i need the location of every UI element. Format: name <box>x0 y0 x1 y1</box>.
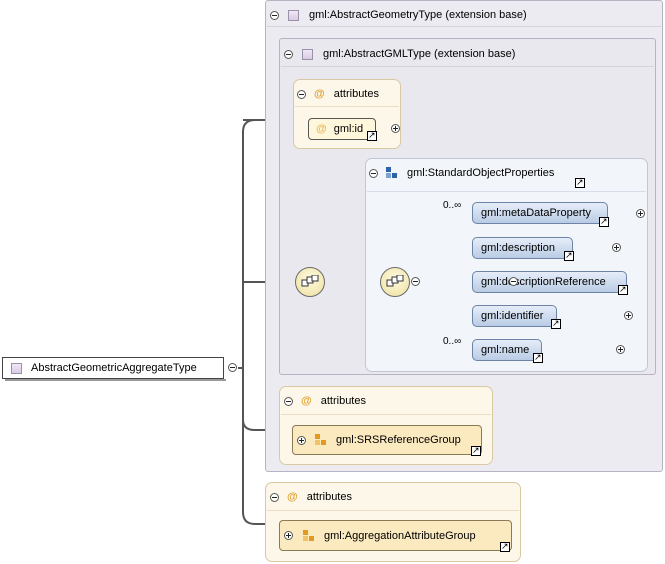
element-descriptionreference[interactable]: gml:descriptionReference <box>472 271 627 293</box>
occurrence-label: 0..∞ <box>443 336 462 347</box>
srs-reference-group[interactable]: gml:SRSReferenceGroup <box>292 425 482 455</box>
root-collapse-toggle[interactable] <box>228 363 237 372</box>
header-divider <box>267 26 661 27</box>
reference-arrow-icon[interactable] <box>575 176 585 188</box>
group-collapse-toggle[interactable] <box>369 168 378 178</box>
attributes-label: attributes <box>333 88 379 100</box>
header-divider <box>281 66 654 67</box>
element-label: gml:metaDataProperty <box>481 207 592 219</box>
attribute-group-icon <box>315 434 327 446</box>
header-divider <box>281 414 491 415</box>
reference-arrow-icon[interactable] <box>564 249 574 261</box>
root-type-node[interactable]: AbstractGeometricAggregateType <box>2 357 226 381</box>
attributes-collapse-toggle[interactable] <box>297 89 306 99</box>
geometry-type-collapse-toggle[interactable] <box>270 10 279 20</box>
group-expand-toggle[interactable] <box>284 531 293 540</box>
attribute-group-icon <box>303 529 315 542</box>
element-label: gml:name <box>481 344 530 356</box>
root-type-label: AbstractGeometricAggregateType <box>31 362 197 374</box>
reference-arrow-icon[interactable] <box>551 317 561 329</box>
element-label: gml:description <box>481 242 555 254</box>
gml-id-label: gml:id <box>333 123 364 135</box>
sequence-compositor-icon[interactable] <box>380 267 410 297</box>
aggregation-attribute-group-label: gml:AggregationAttributeGroup <box>324 529 476 542</box>
reference-arrow-icon[interactable] <box>618 283 628 295</box>
reference-arrow-icon[interactable] <box>471 444 481 456</box>
element-label: gml:descriptionReference <box>481 276 606 288</box>
element-identifier[interactable]: gml:identifier <box>472 305 557 327</box>
group-icon <box>386 167 398 179</box>
element-name[interactable]: gml:name <box>472 339 542 361</box>
gml-id-expand-toggle[interactable] <box>391 124 401 133</box>
compositor-collapse-toggle[interactable] <box>508 277 518 286</box>
complex-type-icon <box>288 9 299 21</box>
sequence-icon <box>386 275 404 287</box>
reference-arrow-icon[interactable] <box>500 540 510 552</box>
attribute-icon: @ <box>316 123 327 135</box>
attributes-label: attributes <box>306 491 352 503</box>
element-metadataproperty[interactable]: gml:metaDataProperty <box>472 202 608 224</box>
gml-type-collapse-toggle[interactable] <box>284 49 293 59</box>
attribute-icon: @ <box>287 491 298 503</box>
header-divider <box>267 510 519 511</box>
complex-type-icon <box>11 362 22 374</box>
gml-id-attribute[interactable]: @ gml:id <box>308 118 376 140</box>
header-divider <box>367 191 646 192</box>
gml-type-header: gml:AbstractGMLType (extension base) <box>284 45 515 63</box>
geometry-type-header: gml:AbstractGeometryType (extension base… <box>270 6 527 24</box>
attribute-icon: @ <box>314 88 325 100</box>
attribute-icon: @ <box>301 395 312 407</box>
standard-object-properties-label: gml:StandardObjectProperties <box>407 167 555 179</box>
group-expand-toggle[interactable] <box>297 435 306 445</box>
occurrence-label: 0..∞ <box>443 200 462 211</box>
reference-arrow-icon[interactable] <box>533 351 543 363</box>
sequence-icon <box>301 275 319 287</box>
standard-object-properties-header: gml:StandardObjectProperties <box>369 164 554 182</box>
aggregation-attributes-header: @ attributes <box>270 488 352 506</box>
srs-attributes-header: @ attributes <box>284 392 366 410</box>
aggregation-attribute-group[interactable]: gml:AggregationAttributeGroup <box>279 520 512 551</box>
reference-arrow-icon[interactable] <box>599 215 609 227</box>
header-divider <box>295 106 399 107</box>
sequence-compositor-icon[interactable] <box>295 267 325 297</box>
complex-type-icon <box>302 48 313 60</box>
srs-reference-group-label: gml:SRSReferenceGroup <box>336 434 461 446</box>
attributes-collapse-toggle[interactable] <box>284 396 293 406</box>
attributes-label: attributes <box>320 395 366 407</box>
geometry-type-label: gml:AbstractGeometryType (extension base… <box>309 9 527 21</box>
attributes-collapse-toggle[interactable] <box>270 492 279 502</box>
gml-type-label: gml:AbstractGMLType (extension base) <box>323 48 516 60</box>
reference-arrow-icon[interactable] <box>367 129 377 141</box>
id-attributes-header: @ attributes <box>297 85 379 103</box>
element-label: gml:identifier <box>481 310 544 322</box>
element-description[interactable]: gml:description <box>472 237 573 259</box>
